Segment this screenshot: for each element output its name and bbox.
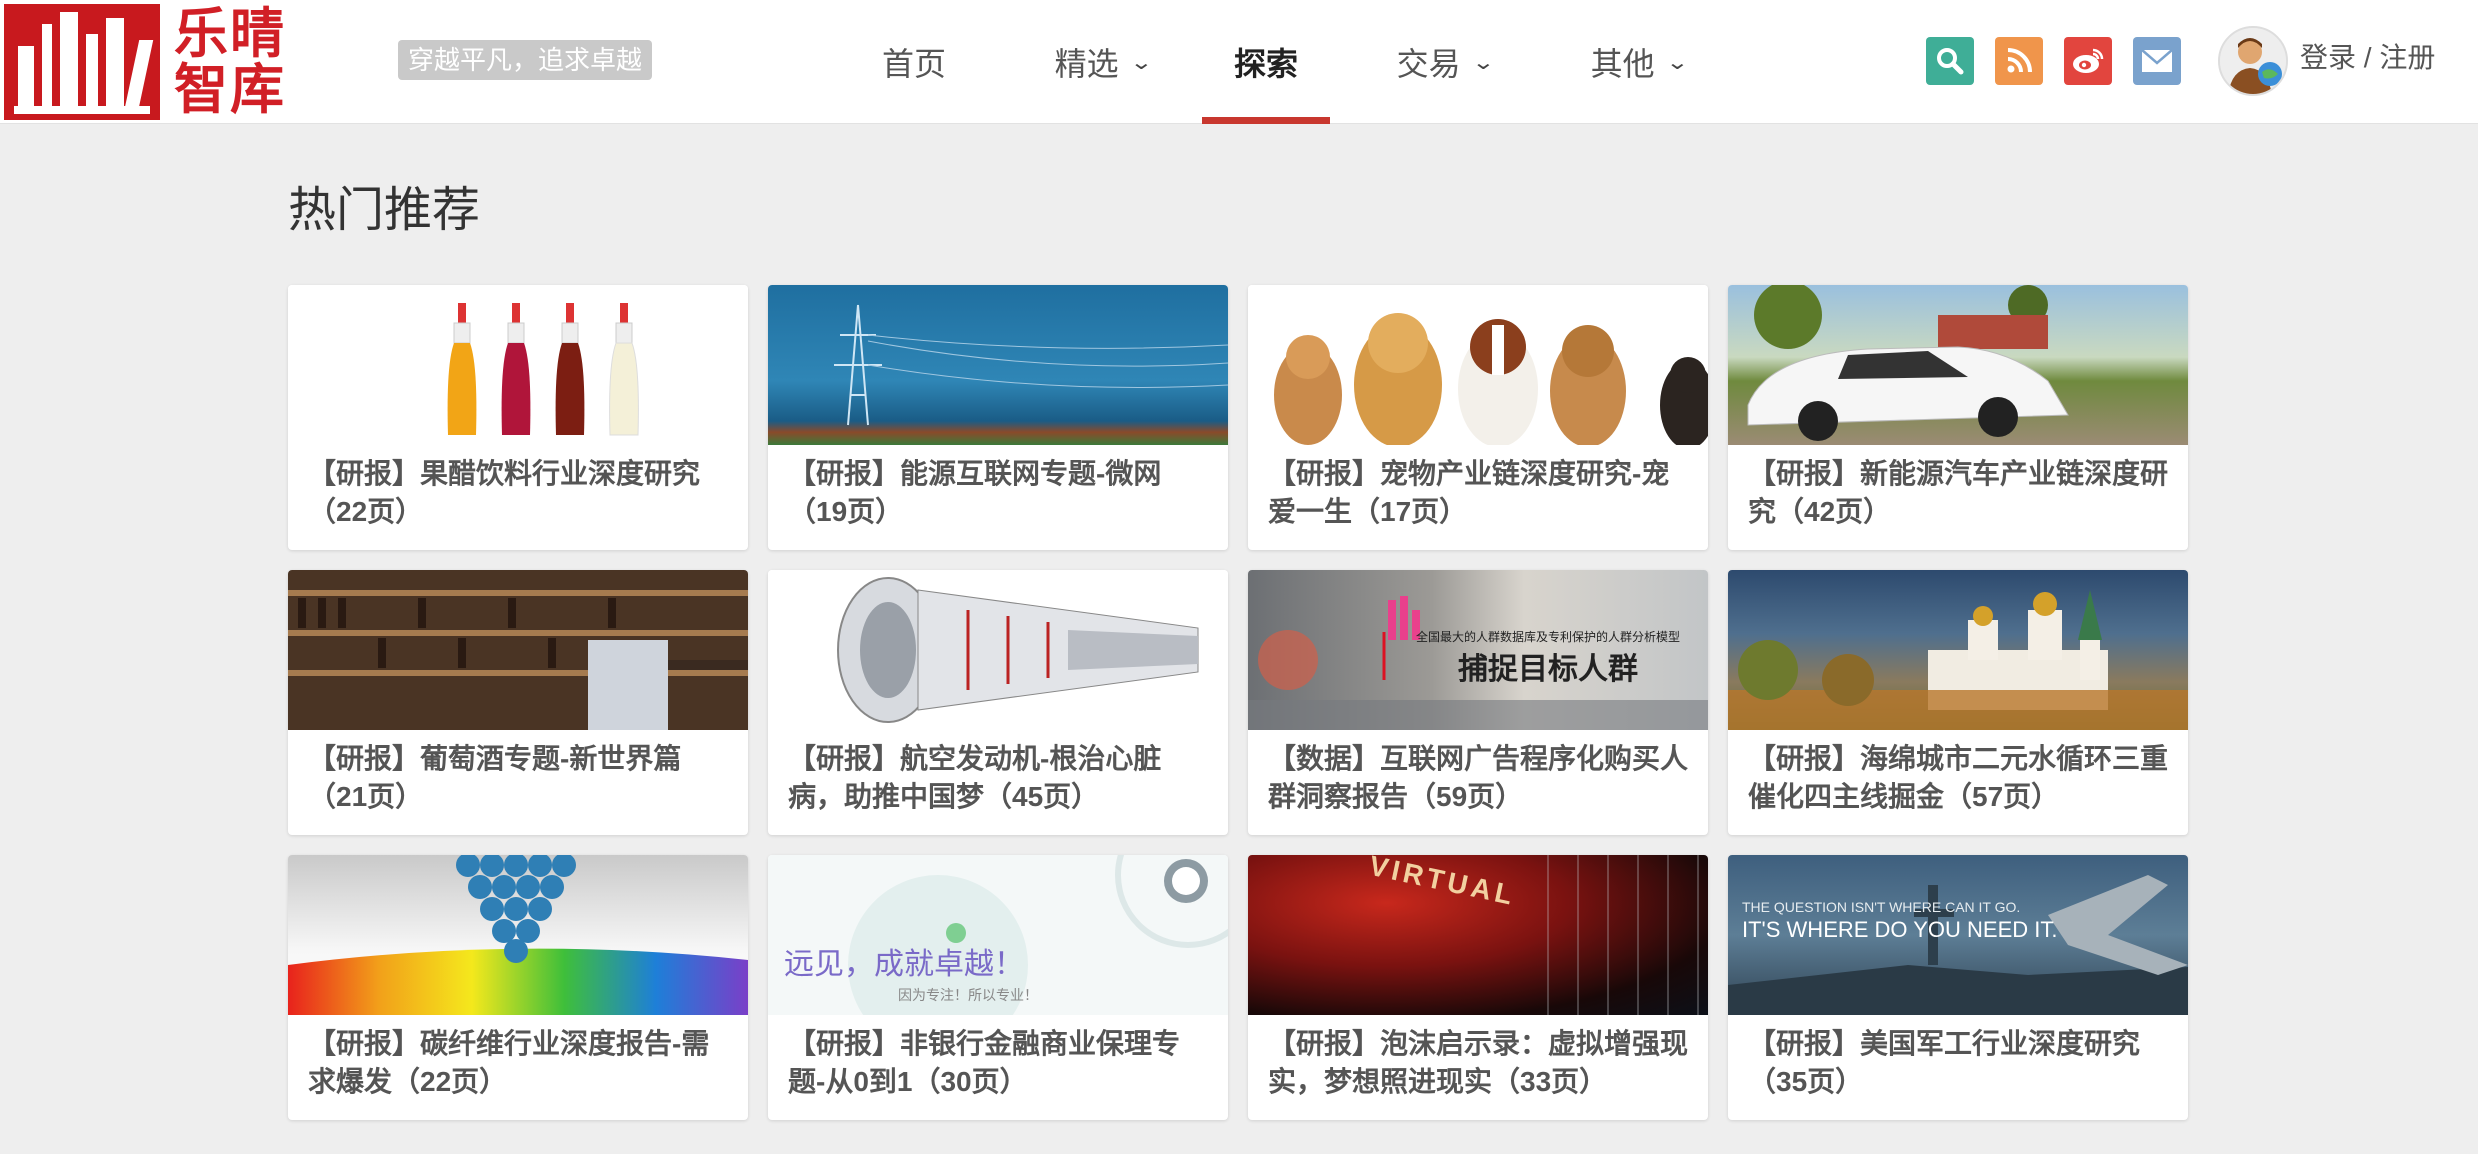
logo-text-line-1: 乐晴 [174,2,286,65]
article-card[interactable]: VIRTUAL 【研报】泡沫启示录：虚拟增强现实，梦想照进现实（33页） [1248,855,1708,1120]
juice-bottles-image [288,285,748,445]
card-title[interactable]: 【数据】互联网广告程序化购买人群洞察报告（59页） [1248,730,1708,816]
logo-books-icon [4,4,160,120]
article-card[interactable]: 【研报】葡萄酒专题-新世界篇（21页） [288,570,748,835]
card-title[interactable]: 【研报】非银行金融商业保理专题-从0到1（30页） [768,1015,1228,1101]
avatar[interactable] [2218,26,2288,96]
puppies-image [1248,285,1708,445]
chevron-down-icon: ⌄ [1665,51,1689,74]
article-card[interactable]: 【研报】宠物产业链深度研究-宠爱一生（17页） [1248,285,1708,550]
weibo-icon[interactable] [2064,37,2112,85]
login-register: 登录 / 注册 [2300,38,2435,78]
section-title: 热门推荐 [288,184,481,237]
chevron-down-icon: ⌄ [1129,51,1153,74]
article-card[interactable]: 【研报】碳纤维行业深度报告-需求爆发（22页） [288,855,748,1120]
mail-icon[interactable] [2133,37,2181,85]
ad-banner-subtitle: 全国最大的人群数据库及专利保护的人群分析模型 [1416,630,1681,644]
register-link[interactable]: 注册 [2379,42,2435,73]
monastery-image [1728,570,2188,730]
card-title[interactable]: 【研报】宠物产业链深度研究-宠爱一生（17页） [1248,445,1708,531]
card-title[interactable]: 【研报】果醋饮料行业深度研究（22页） [288,445,748,531]
login-separator: / [2356,42,2380,73]
card-title[interactable]: 【研报】能源互联网专题-微网（19页） [768,445,1228,531]
card-title[interactable]: 【研报】航空发动机-根治心脏病，助推中国梦（45页） [768,730,1228,816]
nav-explore-label: 探索 [1233,46,1298,82]
military-jet-image: THE QUESTION ISN'T WHERE CAN IT GO. IT'S… [1728,855,2188,1015]
virtual-reality-image: VIRTUAL [1248,855,1708,1015]
nav-trade[interactable]: 交易 ⌄ [1354,0,1534,124]
power-tower-image [768,285,1228,445]
nav-home-label: 首页 [881,46,946,82]
logo-text: 乐晴 智库 [174,6,286,118]
social-icons [1926,37,2202,85]
main-nav: 首页 精选 ⌄ 探索 交易 ⌄ 其他 ⌄ [846,0,1726,124]
sports-car-image [1728,285,2188,445]
nav-trade-label: 交易 [1396,46,1461,82]
logo-text-line-2: 智库 [174,58,286,121]
nav-other-label: 其他 [1590,46,1655,82]
nav-explore[interactable]: 探索 [1202,0,1330,124]
card-title[interactable]: 【研报】海绵城市二元水循环三重催化四主线掘金（57页） [1728,730,2188,816]
jet-engine-image [768,570,1228,730]
nav-featured-label: 精选 [1054,46,1119,82]
article-card[interactable]: 【研报】海绵城市二元水循环三重催化四主线掘金（57页） [1728,570,2188,835]
article-card[interactable]: 【研报】航空发动机-根治心脏病，助推中国梦（45页） [768,570,1228,835]
login-link[interactable]: 登录 [2300,42,2356,73]
nav-featured[interactable]: 精选 ⌄ [1012,0,1192,124]
finance-banner-subtitle: 因为专注！所以专业！ [898,987,1038,1003]
ad-banner-image: 全国最大的人群数据库及专利保护的人群分析模型 捕捉目标人群 [1248,570,1708,730]
article-card[interactable]: 【研报】能源互联网专题-微网（19页） [768,285,1228,550]
card-title[interactable]: 【研报】碳纤维行业深度报告-需求爆发（22页） [288,1015,748,1101]
article-card[interactable]: THE QUESTION ISN'T WHERE CAN IT GO. IT'S… [1728,855,2188,1120]
site-header: 乐晴 智库 穿越平凡，追求卓越 首页 精选 ⌄ 探索 交易 ⌄ 其他 ⌄ 登录 … [0,0,2478,124]
finance-banner-headline: 远见，成就卓越！ [784,948,1024,981]
ad-banner-headline: 捕捉目标人群 [1458,653,1638,686]
card-title[interactable]: 【研报】美国军工行业深度研究（35页） [1728,1015,2188,1101]
nav-other[interactable]: 其他 ⌄ [1550,0,1726,124]
card-title[interactable]: 【研报】新能源汽车产业链深度研究（42页） [1728,445,2188,531]
rss-icon[interactable] [1995,37,2043,85]
carbon-molecule-image [288,855,748,1015]
slogan: 穿越平凡，追求卓越 [398,40,653,80]
wine-shop-image [288,570,748,730]
card-title[interactable]: 【研报】泡沫启示录：虚拟增强现实，梦想照进现实（33页） [1248,1015,1708,1101]
military-banner-headline: IT'S WHERE DO YOU NEED IT. [1742,917,2058,942]
chevron-down-icon: ⌄ [1471,51,1495,74]
finance-banner-image: 远见，成就卓越！ 因为专注！所以专业！ [768,855,1228,1015]
article-card[interactable]: 【研报】果醋饮料行业深度研究（22页） [288,285,748,550]
article-card[interactable]: 【研报】新能源汽车产业链深度研究（42页） [1728,285,2188,550]
card-title[interactable]: 【研报】葡萄酒专题-新世界篇（21页） [288,730,748,816]
search-icon[interactable] [1926,37,1974,85]
article-card[interactable]: 全国最大的人群数据库及专利保护的人群分析模型 捕捉目标人群 【数据】互联网广告程… [1248,570,1708,835]
site-logo[interactable]: 乐晴 智库 [4,4,286,120]
article-card[interactable]: 远见，成就卓越！ 因为专注！所以专业！ 【研报】非银行金融商业保理专题-从0到1… [768,855,1228,1120]
military-banner-subtitle: THE QUESTION ISN'T WHERE CAN IT GO. [1742,899,2021,915]
nav-home[interactable]: 首页 [846,0,982,124]
